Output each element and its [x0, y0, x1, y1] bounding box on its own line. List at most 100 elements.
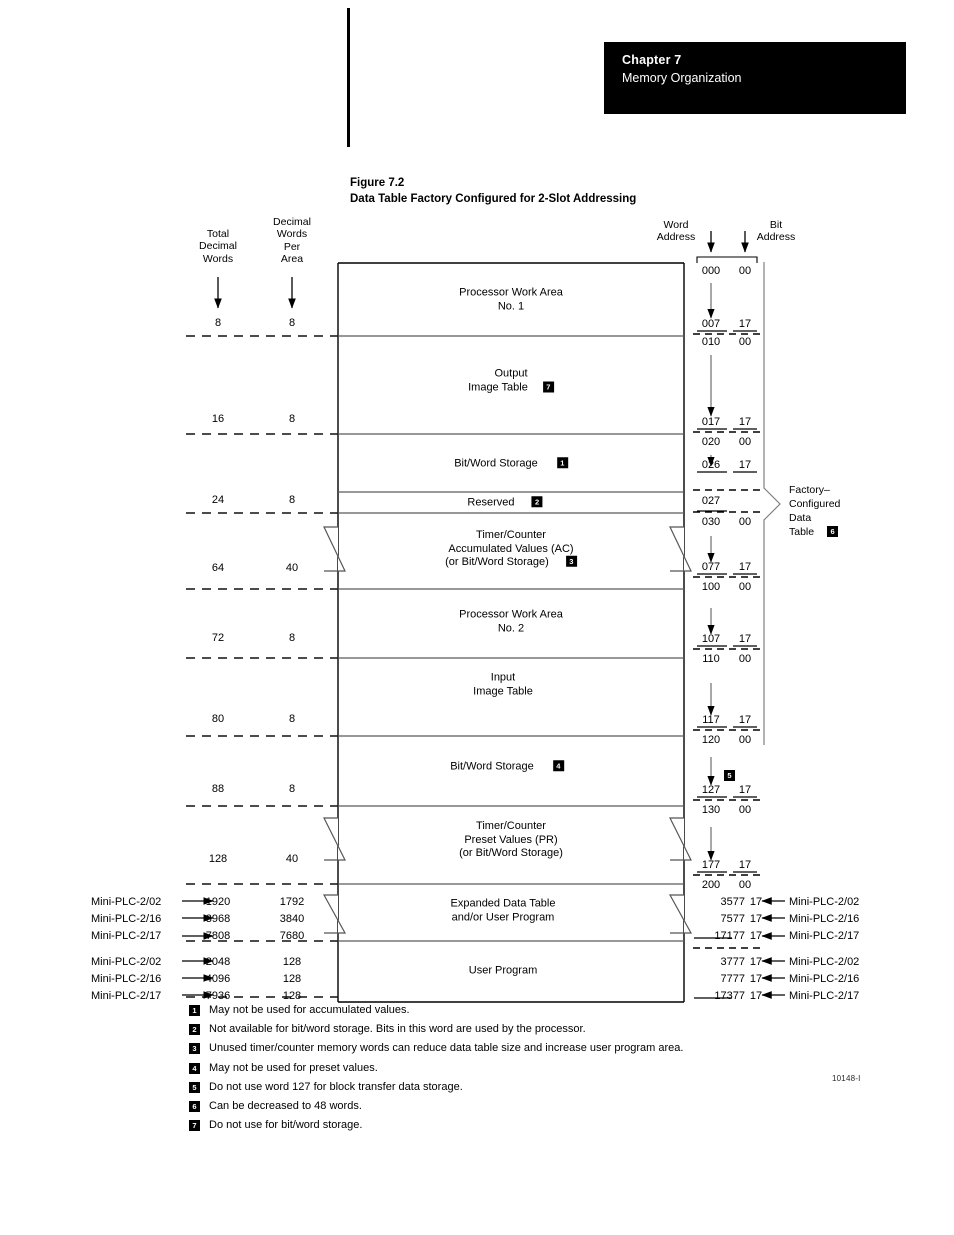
total-words-value: 88 — [211, 783, 225, 795]
end-bit-address: 17 — [738, 561, 752, 573]
end-word-address: 107 — [701, 633, 721, 645]
footnote-marker-2: 2 — [189, 1024, 200, 1036]
footnote-marker-1: 1 — [189, 1005, 200, 1016]
row-caption-reserved: Reserved 2 — [467, 496, 543, 510]
row-caption-bit-word-storage-1: Bit/Word Storage 1 — [454, 457, 568, 471]
start-word-address: 110 — [702, 653, 720, 665]
start-bit-address: 00 — [738, 804, 752, 816]
end-word-address: 017 — [701, 416, 721, 428]
start-word-address: 010 — [701, 336, 721, 348]
end-bit-address: 17 — [738, 459, 752, 471]
end-word-address: 177 — [701, 859, 721, 871]
footnote-item: 4 May not be used for preset values. — [189, 1061, 809, 1075]
start-bit-address: 00 — [738, 879, 752, 891]
words-per-area-value: 8 — [288, 494, 296, 506]
start-word-address: 030 — [701, 516, 721, 528]
factory-configured-data-table-label: Factory– Configured Data Table 6 — [789, 484, 841, 538]
row-caption-processor-work-area-1: Processor Work Area No. 1 — [459, 286, 563, 313]
total-words-value: 24 — [211, 494, 225, 506]
end-bit-address: 17 — [738, 859, 752, 871]
start-bit-address: 00 — [738, 516, 752, 528]
footnote-marker-5: 5 — [189, 1081, 200, 1093]
start-bit-address: 00 — [738, 581, 752, 593]
column-header-word-address: Word Address — [656, 219, 696, 244]
footnote-marker-2: 2 — [531, 496, 543, 508]
footnote-item: 3 Unused timer/counter memory words can … — [189, 1041, 809, 1055]
user-program-right-bit-addresses: 17 17 17 — [749, 956, 763, 1003]
total-words-value: 72 — [211, 632, 225, 644]
words-per-area-value: 8 — [288, 713, 296, 725]
expanded-left-model-names: Mini-PLC-2/02 Mini-PLC-2/16 Mini-PLC-2/1… — [91, 896, 162, 943]
footnote-marker-4: 4 — [189, 1062, 200, 1074]
footnote-marker-4: 4 — [552, 760, 564, 772]
user-program-left-total-words: 2048 4096 7936 — [205, 956, 231, 1003]
start-word-address: 200 — [701, 879, 721, 891]
start-word-address: 130 — [701, 804, 721, 816]
end-word-address: 117 — [702, 714, 720, 726]
expanded-left-words-per-area: 1792 3840 7680 — [279, 896, 305, 943]
total-words-value: 16 — [211, 413, 225, 425]
footnote-marker-6: 6 — [189, 1100, 200, 1112]
footnote-marker-7: 7 — [189, 1120, 200, 1132]
expanded-right-model-names: Mini-PLC-2/02 Mini-PLC-2/16 Mini-PLC-2/1… — [789, 896, 860, 943]
start-bit-address: 00 — [738, 336, 752, 348]
footnote-text: May not be used for accumulated values. — [209, 1004, 410, 1016]
footnote-item: 2 Not available for bit/word storage. Bi… — [189, 1022, 809, 1036]
footnote-marker-5: 5 — [724, 770, 735, 781]
footnote-marker-3: 3 — [565, 555, 577, 567]
footnote-text: May not be used for preset values. — [209, 1061, 378, 1074]
footnote-text: Unused timer/counter memory words can re… — [209, 1042, 684, 1055]
reserved-word-address: 027 — [701, 495, 721, 507]
end-word-address: 026 — [701, 459, 721, 471]
end-bit-address: 17 — [738, 416, 752, 428]
start-word-address: 000 — [701, 265, 721, 277]
footnote-item: 5 Do not use word 127 for block transfer… — [189, 1080, 809, 1094]
row-caption-expanded-data-table: Expanded Data Table and/or User Program — [450, 897, 556, 924]
end-bit-address: 17 — [738, 318, 752, 330]
row-caption-user-program: User Program — [468, 964, 538, 977]
start-bit-address: 00 — [738, 734, 752, 746]
row-caption-timer-counter-preset: Timer/Counter Preset Values (PR) (or Bit… — [459, 819, 563, 859]
footnote-marker-1: 1 — [556, 457, 568, 469]
column-header-total-decimal-words: Total Decimal Words — [199, 228, 237, 265]
row-caption-output-image-table: Output Image Table 7 — [468, 368, 554, 395]
words-per-area-value: 8 — [288, 632, 296, 644]
footnote-item: 6 Can be decreased to 48 words. — [189, 1099, 809, 1113]
row-caption-input-image-table: Input Image Table — [473, 671, 533, 698]
footnote-text: Do not use for bit/word storage. — [209, 1119, 363, 1132]
words-per-area-value: 8 — [288, 783, 296, 795]
words-per-area-value: 40 — [285, 853, 299, 865]
footnote-item: 1 May not be used for accumulated values… — [189, 1003, 809, 1017]
words-per-area-value: 40 — [285, 562, 299, 574]
start-bit-address: 00 — [738, 436, 752, 448]
start-word-address: 120 — [701, 734, 721, 746]
user-program-right-model-names: Mini-PLC-2/02 Mini-PLC-2/16 Mini-PLC-2/1… — [789, 956, 860, 1003]
row-caption-timer-counter-accumulated: Timer/Counter Accumulated Values (AC) (o… — [445, 529, 577, 570]
footnote-text: Not available for bit/word storage. Bits… — [209, 1023, 586, 1036]
words-per-area-value: 8 — [288, 317, 296, 329]
end-word-address: 127 — [701, 784, 721, 796]
user-program-right-word-addresses: 3777 7777 17377 — [714, 956, 745, 1003]
footnote-item: 7 Do not use for bit/word storage. — [189, 1118, 809, 1132]
footnote-marker-3: 3 — [189, 1043, 200, 1055]
start-word-address: 100 — [701, 581, 721, 593]
expanded-right-word-addresses: 3577 7577 17177 — [714, 896, 745, 943]
expanded-right-bit-addresses: 17 17 17 — [749, 896, 763, 943]
start-bit-address: 00 — [738, 265, 752, 277]
end-word-address: 077 — [701, 561, 721, 573]
column-header-bit-address: Bit Address — [756, 219, 796, 244]
user-program-left-words-per-area: 128 128 128 — [282, 956, 302, 1003]
words-per-area-value: 8 — [288, 413, 296, 425]
end-word-address: 007 — [701, 318, 721, 330]
data-table-memory-map-figure: Total Decimal Words Decimal Words Per Ar… — [0, 0, 954, 1235]
start-word-address: 020 — [701, 436, 721, 448]
row-caption-bit-word-storage-2: Bit/Word Storage 4 — [450, 760, 564, 774]
footnote-marker-6: 6 — [827, 526, 839, 537]
total-words-value: 64 — [211, 562, 225, 574]
footnote-text: Can be decreased to 48 words. — [209, 1099, 362, 1112]
start-bit-address: 00 — [738, 653, 752, 665]
end-bit-address: 17 — [738, 784, 752, 796]
footnote-marker-7: 7 — [542, 381, 554, 392]
row-caption-processor-work-area-2: Processor Work Area No. 2 — [459, 608, 563, 635]
footnote-text: Do not use word 127 for block transfer d… — [209, 1080, 463, 1093]
